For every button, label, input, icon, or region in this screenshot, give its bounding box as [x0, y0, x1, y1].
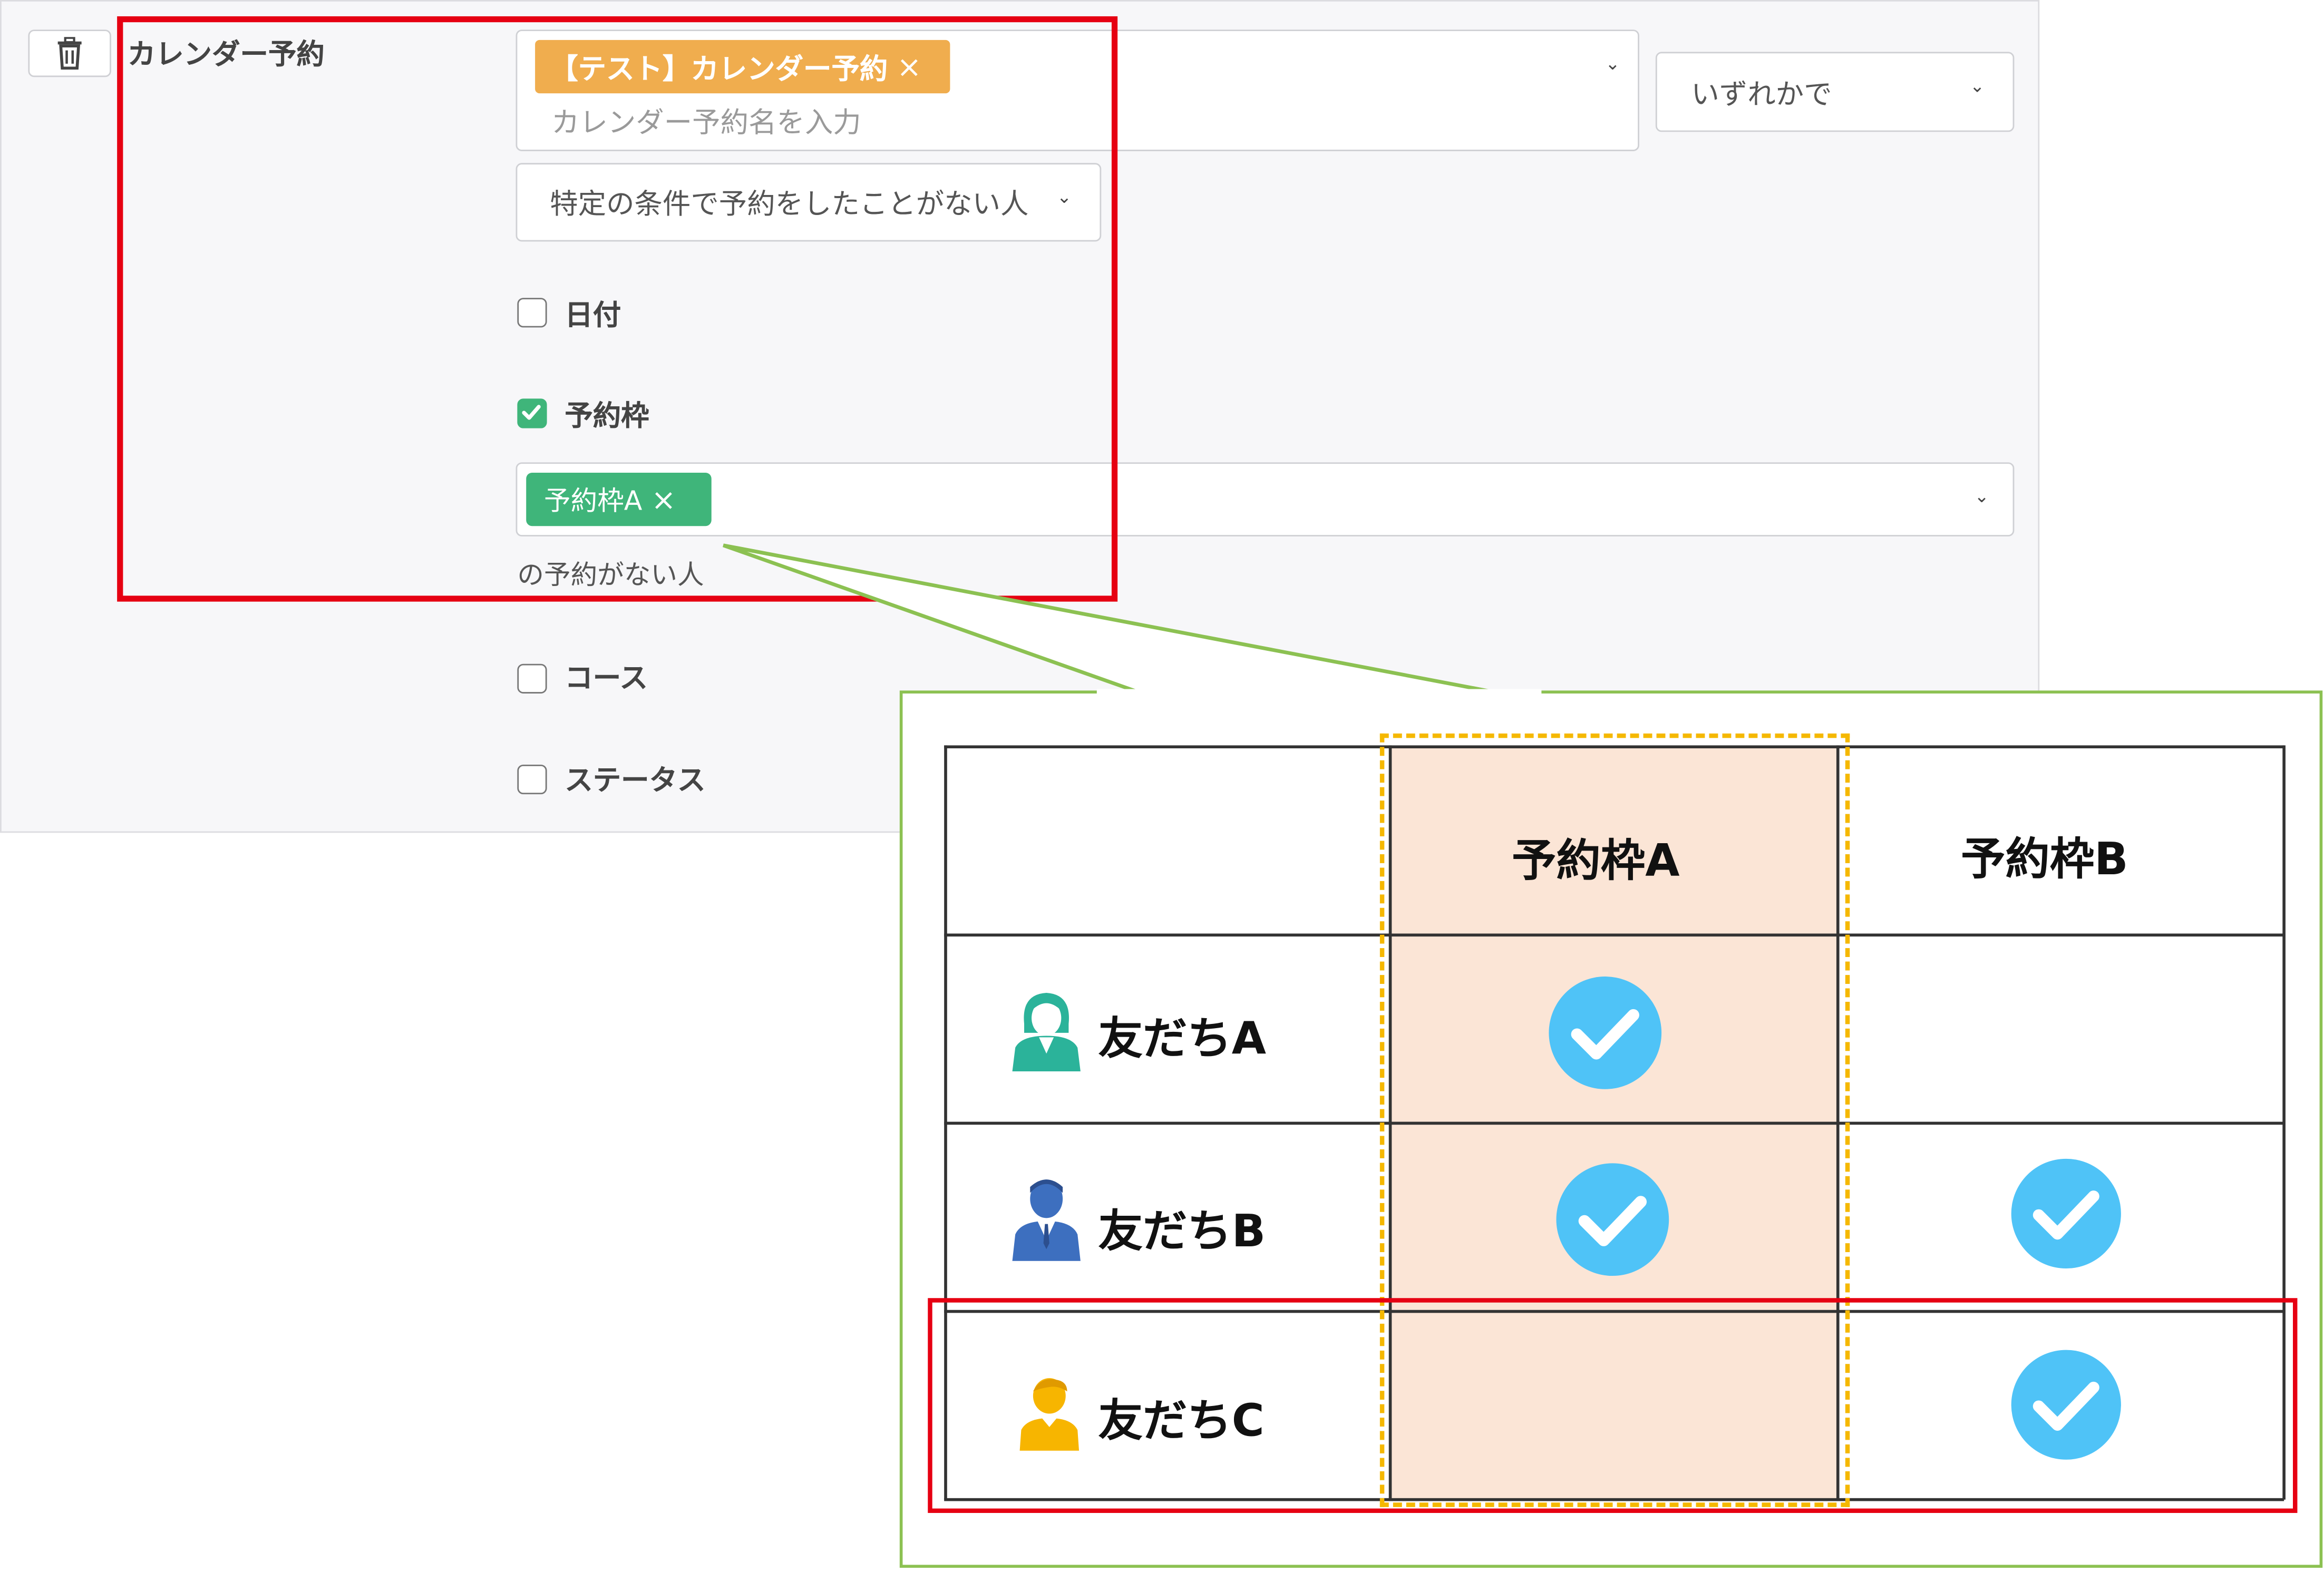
check-circle-icon — [2011, 1158, 2121, 1269]
callout-join — [1096, 689, 1542, 695]
friend-c-row-highlight — [928, 1298, 2298, 1513]
man-suit-avatar-icon — [1012, 1179, 1081, 1261]
column-header-slot-a: 予約枠A — [1512, 835, 1680, 888]
friend-name-a: 友だちA — [1098, 1013, 1266, 1066]
check-circle-icon — [1556, 1163, 1669, 1276]
screenshot-canvas: カレンダー予約 【テスト】カレンダー予約 × カレンダー予約名を入力 ⌄ いずれ… — [0, 0, 2324, 1572]
friend-name-b: 友だちB — [1098, 1206, 1266, 1258]
check-circle-icon — [1549, 977, 1662, 1089]
woman-avatar-icon — [1012, 992, 1081, 1072]
column-header-slot-b: 予約枠B — [1961, 834, 2128, 886]
